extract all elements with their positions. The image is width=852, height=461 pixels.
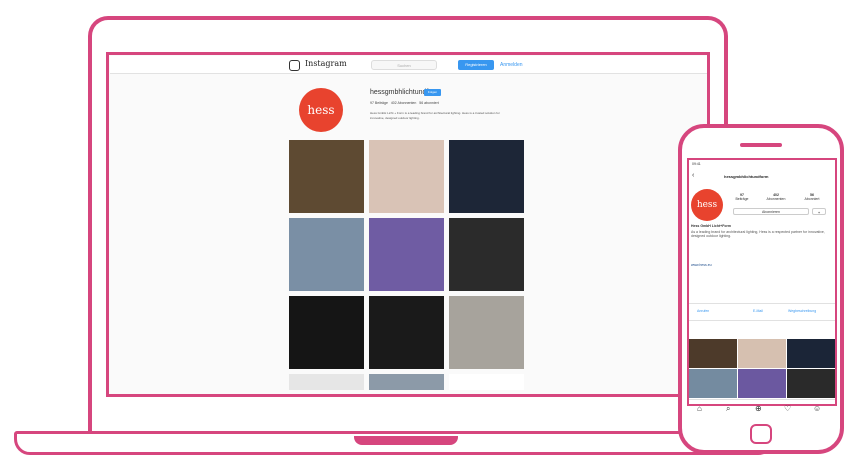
phone-bio-name: Hess GmbH Licht+Form xyxy=(691,224,731,228)
tab-call[interactable]: Anrufen xyxy=(697,309,709,313)
post-night-light[interactable] xyxy=(289,296,364,369)
phone-post-tile[interactable] xyxy=(787,369,835,398)
search-input[interactable]: Suchen xyxy=(371,60,437,70)
add-person-icon[interactable]: + xyxy=(812,208,826,215)
post-blank[interactable] xyxy=(449,374,524,390)
profile-icon[interactable]: ☺ xyxy=(813,404,821,413)
bottom-nav-divider xyxy=(689,399,835,400)
post-dc-paris[interactable] xyxy=(449,218,524,291)
stat-label: Abonnenten xyxy=(766,197,786,201)
divider xyxy=(689,320,835,321)
login-link[interactable]: Anmelden xyxy=(500,60,523,70)
post-panel[interactable] xyxy=(369,296,444,369)
phone-post-tile[interactable] xyxy=(689,369,737,398)
signup-button[interactable]: Registrieren xyxy=(458,60,494,70)
stat-posts[interactable]: 97 Beiträge xyxy=(370,101,388,105)
phone-post-tile[interactable] xyxy=(738,339,786,368)
phone-stat-followers[interactable]: 402 Abonnenten xyxy=(764,193,788,201)
stat-label: Abonniert xyxy=(804,197,820,201)
phone-bio-link[interactable]: www.hess.eu xyxy=(691,263,712,267)
post-building[interactable] xyxy=(369,374,444,390)
post-waffle[interactable] xyxy=(369,218,444,291)
status-time: 09:41 xyxy=(692,162,701,166)
phone-post-tile[interactable] xyxy=(738,369,786,398)
tab-email[interactable]: E-Mail xyxy=(753,309,763,313)
profile-bio: Hess GmbH Licht + Form is a leading bran… xyxy=(370,111,500,120)
divider xyxy=(689,303,835,304)
profile-avatar[interactable]: hess xyxy=(299,88,343,132)
post-bench[interactable] xyxy=(289,218,364,291)
stat-label: Beiträge xyxy=(735,197,749,201)
phone-follow-button[interactable]: Abonnieren xyxy=(733,208,809,215)
search-icon[interactable]: ⌕ xyxy=(726,404,730,414)
post-text[interactable] xyxy=(289,374,364,390)
back-icon[interactable]: ‹ xyxy=(692,172,694,179)
phone-speaker xyxy=(740,143,782,147)
home-button[interactable] xyxy=(750,424,772,444)
post-industrial[interactable] xyxy=(449,296,524,369)
phone-username: hessgmbhlichtundform xyxy=(724,174,769,179)
post-hess-women[interactable] xyxy=(449,140,524,213)
heart-icon[interactable]: ♡ xyxy=(784,404,791,413)
phone-stat-following[interactable]: 56 Abonniert xyxy=(801,193,823,201)
add-icon[interactable]: ⊕ xyxy=(755,404,762,413)
phone-post-tile[interactable] xyxy=(689,339,737,368)
laptop-notch xyxy=(354,436,458,445)
stat-following[interactable]: 56 abonniert xyxy=(419,101,438,105)
stat-followers[interactable]: 402 Abonnenten xyxy=(391,101,417,105)
phone-avatar[interactable]: hess xyxy=(691,189,723,221)
tab-directions[interactable]: Wegbeschreibung xyxy=(788,309,816,313)
profile-stats: 97 Beiträge 402 Abonnenten 56 abonniert xyxy=(370,101,439,105)
instagram-camera-icon[interactable] xyxy=(289,60,300,71)
home-icon[interactable]: ⌂ xyxy=(697,404,702,413)
phone-post-tile[interactable] xyxy=(787,339,835,368)
instagram-logo[interactable]: Instagram xyxy=(305,59,347,68)
phone-stat-posts[interactable]: 97 Beiträge xyxy=(733,193,751,201)
post-speaker-stage[interactable] xyxy=(289,140,364,213)
follow-button[interactable]: Folgen xyxy=(424,89,441,96)
post-collage[interactable] xyxy=(369,140,444,213)
phone-bio: As a leading brand for architectural lig… xyxy=(691,230,825,238)
